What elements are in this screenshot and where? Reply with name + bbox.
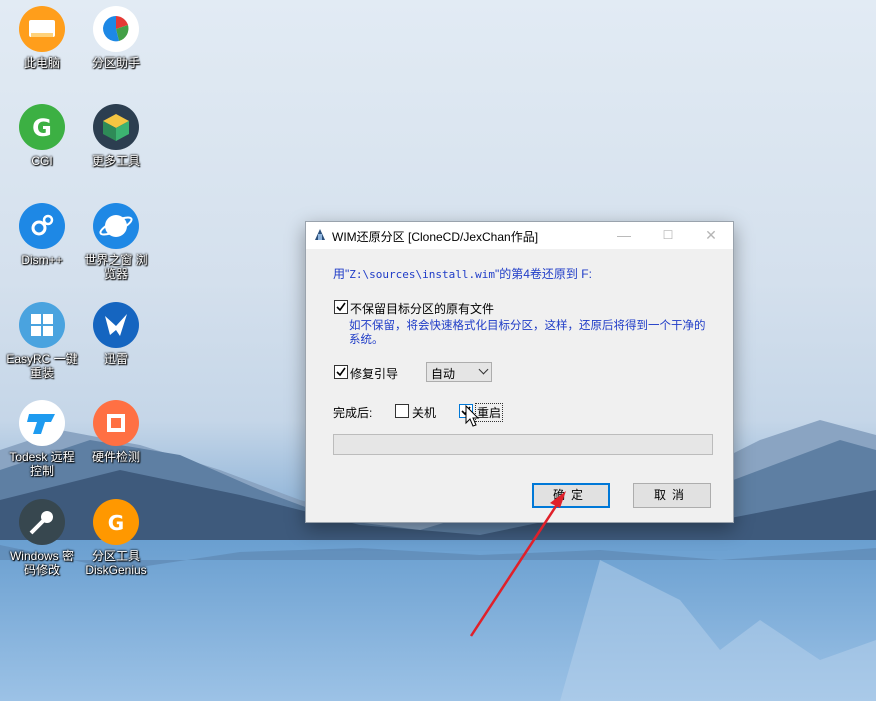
boot-mode-value: 自动: [431, 367, 456, 381]
maximize-button[interactable]: ☐: [659, 227, 677, 243]
shutdown-checkbox[interactable]: [395, 404, 409, 418]
keep-files-label: 不保留目标分区的原有文件: [350, 302, 495, 316]
shutdown-label: 关机: [412, 406, 437, 420]
desktop-icon-label: 更多工具: [91, 154, 140, 168]
key-icon: [19, 499, 65, 545]
desktop-icon-label: 迅雷: [103, 352, 128, 366]
minimize-button[interactable]: —: [615, 227, 633, 243]
ok-button[interactable]: 确定: [532, 483, 610, 508]
svg-text:G: G: [32, 114, 52, 142]
this-pc-icon: [19, 6, 65, 52]
close-button[interactable]: ✕: [702, 227, 720, 243]
check-icon: [461, 406, 471, 416]
boot-mode-select[interactable]: 自动: [426, 362, 492, 382]
desktop-icon-label: EasyRC 一键 重装: [6, 352, 78, 380]
desktop-icon[interactable]: 更多工具: [74, 104, 158, 168]
desktop-icon-label: Todesk 远程 控制: [9, 450, 75, 478]
desktop-icon[interactable]: Todesk 远程 控制: [0, 400, 84, 478]
thunder-icon: [93, 302, 139, 348]
more-tools-icon: [93, 104, 139, 150]
dialog-body: 用"Z:\sources\install.wim"的第4卷还原到 F: 不保留目…: [306, 249, 733, 522]
cancel-button[interactable]: 取消: [633, 483, 711, 508]
desktop-icon-label: 硬件检测: [91, 450, 140, 464]
chevron-down-icon: [478, 364, 489, 375]
wim-restore-dialog: WIM还原分区 [CloneCD/JexChan作品] — ☐ ✕ 用"Z:\s…: [305, 221, 734, 523]
desktop-icon[interactable]: G 分区工具 DiskGenius: [74, 499, 158, 577]
diskgenius-icon: G: [93, 499, 139, 545]
desktop-icon[interactable]: 世界之窗 浏 览器: [74, 203, 158, 281]
desktop-icon-label: CGI: [31, 154, 53, 168]
svg-text:G: G: [108, 511, 124, 535]
desktop-icon-label: Windows 密 码修改: [9, 549, 74, 577]
partition-assistant-icon: [93, 6, 139, 52]
restore-path: Z:\sources\install.wim: [349, 268, 495, 281]
desktop-icon-label: 分区助手: [91, 56, 140, 70]
desktop-icon[interactable]: Dism++: [0, 203, 84, 267]
restart-label: 重启: [474, 403, 504, 422]
todesk-icon: [19, 400, 65, 446]
restart-checkbox[interactable]: [459, 404, 473, 418]
dialog-title: WIM还原分区 [CloneCD/JexChan作品]: [332, 230, 539, 244]
dialog-titlebar[interactable]: WIM还原分区 [CloneCD/JexChan作品] — ☐ ✕: [306, 222, 733, 249]
desktop-icon[interactable]: 分区助手: [74, 6, 158, 70]
browser-icon: [93, 203, 139, 249]
dism-icon: [19, 203, 65, 249]
desktop-icon-label: 分区工具 DiskGenius: [85, 549, 147, 577]
desktop-icon-label: Dism++: [21, 253, 63, 267]
desktop-icon[interactable]: G CGI: [0, 104, 84, 168]
keep-files-hint-2: 系统。: [349, 334, 384, 346]
keep-files-checkbox[interactable]: [334, 300, 348, 314]
restore-line-suffix: "的第4卷还原到 F:: [494, 267, 592, 281]
cgi-icon: G: [19, 104, 65, 150]
desktop-icon[interactable]: 迅雷: [74, 302, 158, 366]
repair-boot-label: 修复引导: [350, 367, 399, 381]
desktop-icon[interactable]: Windows 密 码修改: [0, 499, 84, 577]
desktop-icon[interactable]: 硬件检测: [74, 400, 158, 464]
desktop-icon-label: 此电脑: [23, 56, 60, 70]
desktop-icon[interactable]: 此电脑: [0, 6, 84, 70]
after-complete-label: 完成后:: [333, 406, 373, 420]
restore-line-prefix: 用": [333, 267, 350, 281]
repair-boot-checkbox[interactable]: [334, 365, 348, 379]
desktop-icon-label: 世界之窗 浏 览器: [84, 253, 148, 281]
progress-bar: [333, 434, 713, 455]
restore-description: 用"Z:\sources\install.wim"的第4卷还原到 F:: [333, 265, 592, 282]
app-icon: [315, 229, 325, 240]
hardware-check-icon: [93, 400, 139, 446]
desktop-icon[interactable]: EasyRC 一键 重装: [0, 302, 84, 380]
keep-files-hint-1: 如不保留，将会快速格式化目标分区，这样，还原后将得到一个干净的: [349, 320, 706, 332]
check-icon: [336, 302, 346, 312]
check-icon: [336, 367, 346, 377]
easyrc-icon: [19, 302, 65, 348]
